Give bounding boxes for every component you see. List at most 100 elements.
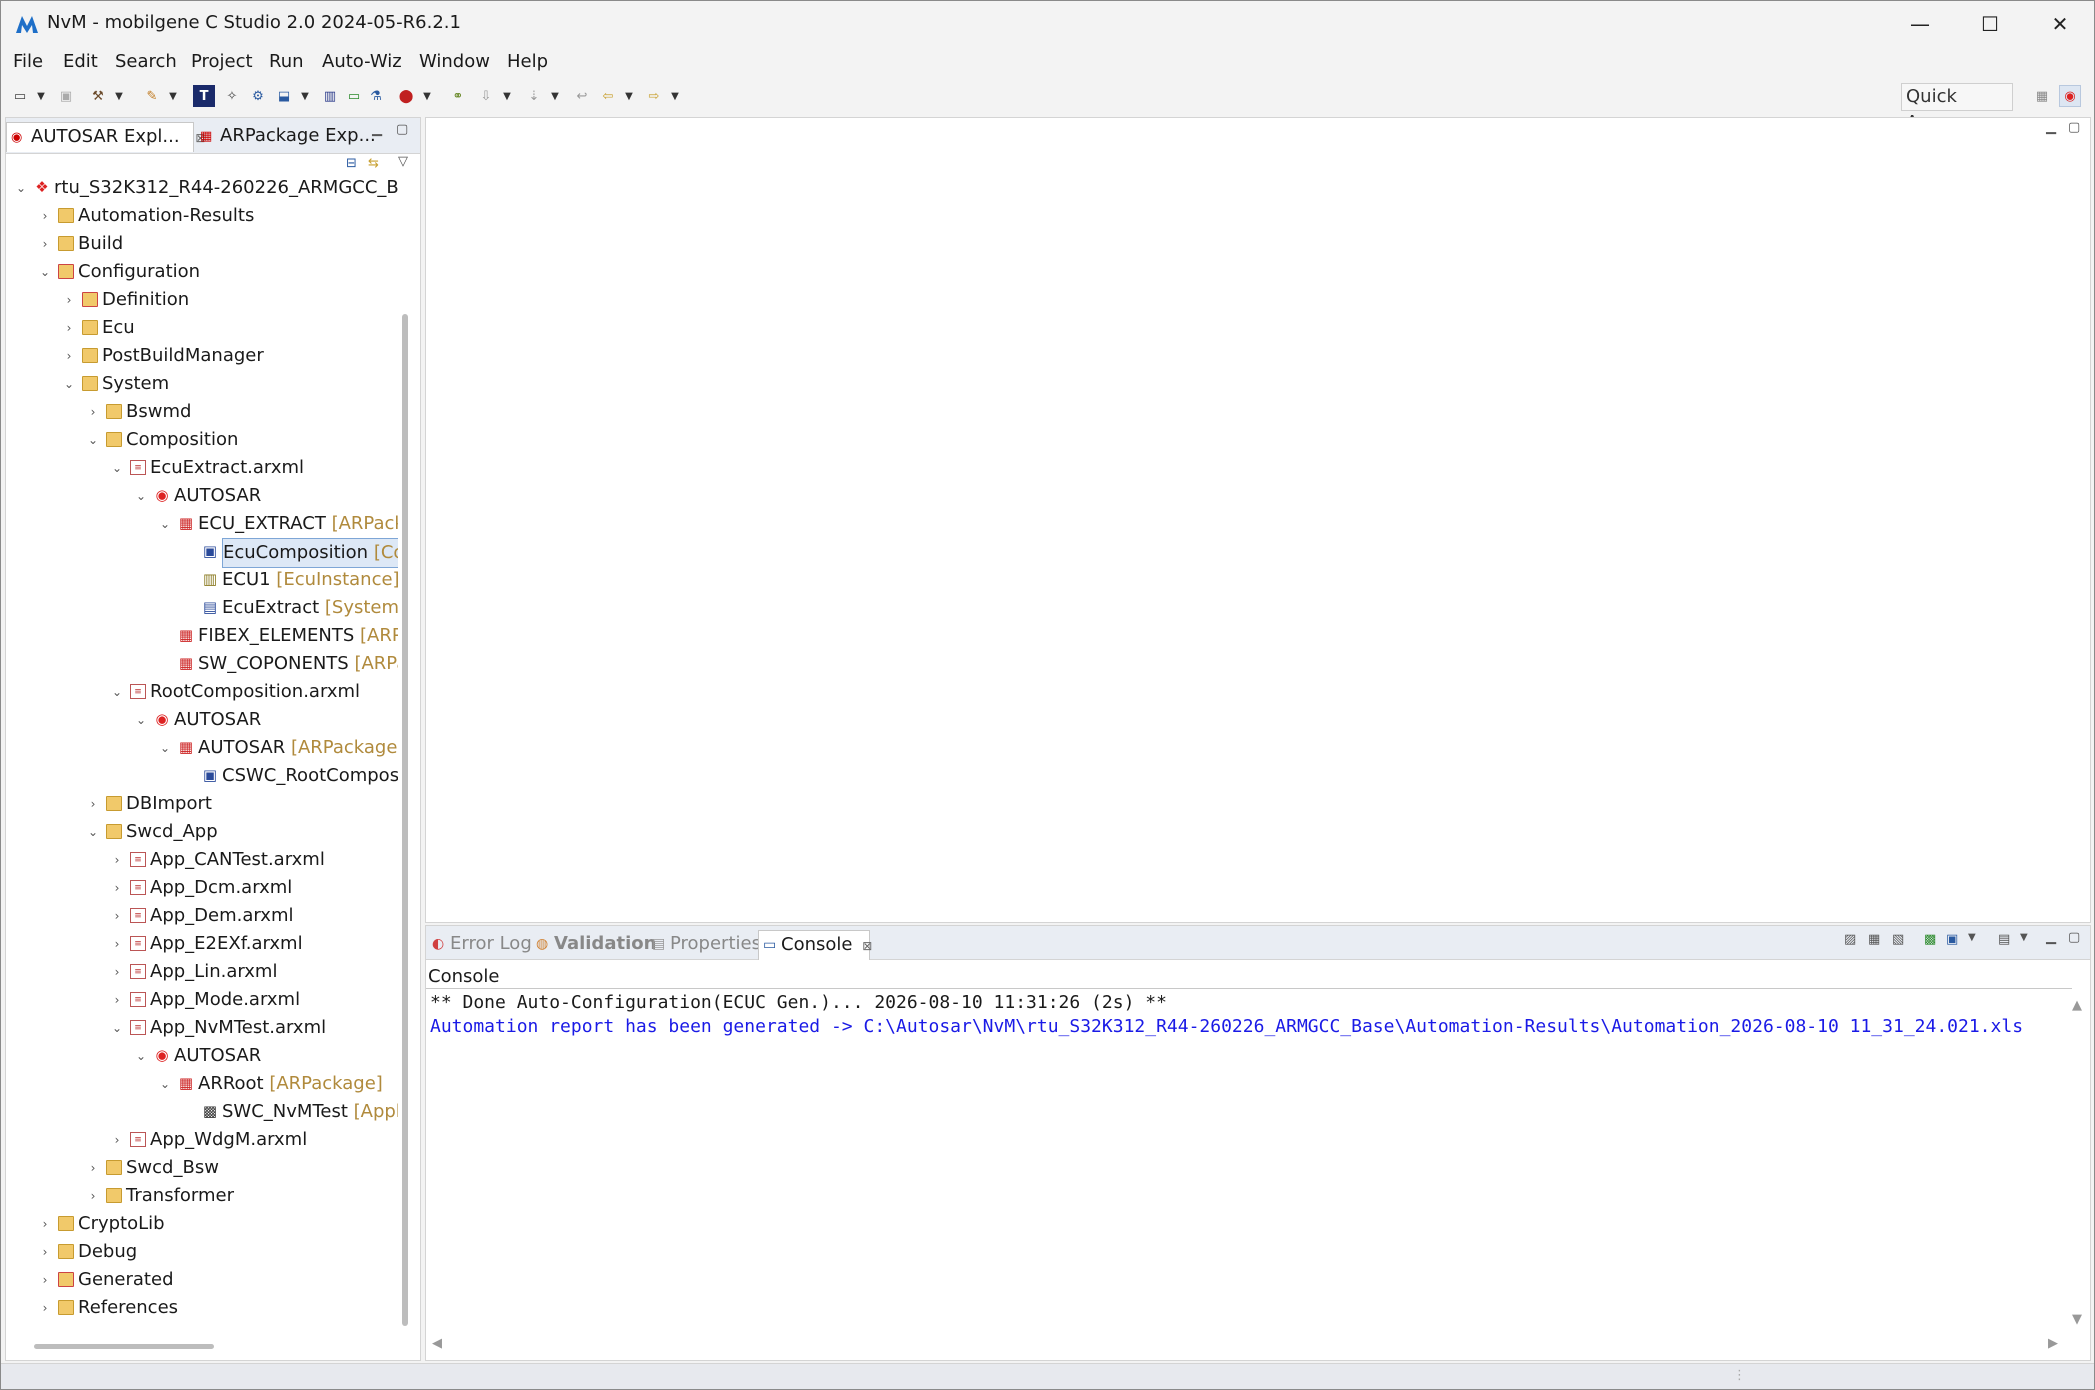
maximize-button[interactable]: ☐ bbox=[1955, 1, 2025, 47]
tree-item[interactable]: › ≡ App_CANTest.arxml bbox=[6, 846, 398, 874]
forward-dropdown-icon[interactable]: ▼ bbox=[669, 85, 681, 107]
tree-horizontal-scrollbar[interactable] bbox=[34, 1344, 214, 1349]
menu-run[interactable]: Run bbox=[269, 51, 304, 72]
chevron-right-icon[interactable]: › bbox=[86, 790, 100, 818]
import-icon[interactable]: ⬓ bbox=[273, 85, 295, 107]
tree-item[interactable]: ▤ EcuExtract [System] bbox=[6, 594, 398, 622]
chevron-right-icon[interactable]: › bbox=[62, 342, 76, 370]
minimize-view-icon[interactable]: ▁ bbox=[372, 122, 382, 137]
tree-item[interactable]: › Bswmd bbox=[6, 398, 398, 426]
tree-item[interactable]: ⌄ ◉ AUTOSAR bbox=[6, 1042, 398, 1070]
word-wrap-icon[interactable]: ▧ bbox=[1892, 932, 1904, 947]
error-dropdown-icon[interactable]: ▼ bbox=[421, 85, 433, 107]
chevron-right-icon[interactable]: › bbox=[110, 902, 124, 930]
tree-item[interactable]: › ≡ App_WdgM.arxml bbox=[6, 1126, 398, 1154]
tree-item[interactable]: › Definition bbox=[6, 286, 398, 314]
scroll-down-icon[interactable]: ▼ bbox=[2072, 1312, 2082, 1327]
menu-auto-wiz[interactable]: Auto-Wiz bbox=[322, 51, 402, 72]
chevron-down-icon[interactable]: ⌄ bbox=[38, 258, 52, 286]
save-icon[interactable]: ▣ bbox=[55, 85, 77, 107]
chevron-right-icon[interactable]: › bbox=[38, 1266, 52, 1294]
menu-help[interactable]: Help bbox=[507, 51, 548, 72]
tree-item[interactable]: ▩ SWC_NvMTest [Appl bbox=[6, 1098, 398, 1126]
run-dropdown-icon[interactable]: ▼ bbox=[167, 85, 179, 107]
chevron-right-icon[interactable]: › bbox=[38, 1210, 52, 1238]
view-menu-icon[interactable]: ▽ bbox=[398, 154, 408, 169]
green-box-icon[interactable]: ▭ bbox=[343, 85, 365, 107]
annotation-icon[interactable]: ⇩ bbox=[475, 85, 497, 107]
clear-console-icon[interactable]: ▨ bbox=[1844, 932, 1856, 947]
scroll-lock-icon[interactable]: ▦ bbox=[1868, 932, 1880, 947]
tree-item[interactable]: › ≡ App_E2EXf.arxml bbox=[6, 930, 398, 958]
tree-item[interactable]: ▦FIBEX_ELEMENTS [ARPa bbox=[6, 622, 398, 650]
tree-item[interactable]: ⌄ Composition bbox=[6, 426, 398, 454]
chevron-down-icon[interactable]: ⌄ bbox=[110, 454, 124, 482]
tree-item[interactable]: ⌄ Configuration bbox=[6, 258, 398, 286]
back-dropdown-icon[interactable]: ▼ bbox=[623, 85, 635, 107]
tree-item[interactable]: › ≡ App_Mode.arxml bbox=[6, 986, 398, 1014]
tree-item[interactable]: ⌄ ▦ECU_EXTRACT [ARPacka bbox=[6, 510, 398, 538]
tree-item[interactable]: ⌄ ▦ AUTOSAR [ARPackage] bbox=[6, 734, 398, 762]
console-line-link[interactable]: Automation report has been generated -> … bbox=[430, 1015, 2072, 1039]
next-annotation-dropdown-icon[interactable]: ▼ bbox=[549, 85, 561, 107]
tab-error-log[interactable]: ◐ Error Log bbox=[428, 930, 532, 960]
panel-minimize-icon[interactable]: ▁ bbox=[2046, 930, 2056, 945]
menu-window[interactable]: Window bbox=[419, 51, 490, 72]
menu-edit[interactable]: Edit bbox=[63, 51, 98, 72]
tree-item[interactable]: ⌄ System bbox=[6, 370, 398, 398]
chevron-down-icon[interactable]: ⌄ bbox=[110, 1014, 124, 1042]
next-annotation-icon[interactable]: ⇣ bbox=[523, 85, 545, 107]
close-console-icon[interactable]: ⊠ bbox=[862, 939, 872, 953]
chevron-right-icon[interactable]: › bbox=[110, 874, 124, 902]
chevron-right-icon[interactable]: › bbox=[110, 930, 124, 958]
menu-search[interactable]: Search bbox=[115, 51, 177, 72]
quick-access-field[interactable]: Quick Access bbox=[1901, 83, 2013, 133]
tree-vertical-scrollbar[interactable] bbox=[402, 314, 408, 1326]
table-icon[interactable]: ▥ bbox=[319, 85, 341, 107]
tree-item[interactable]: › Transformer bbox=[6, 1182, 398, 1210]
tree-item[interactable]: ⌄ ≡ App_NvMTest.arxml bbox=[6, 1014, 398, 1042]
build-dropdown-icon[interactable]: ▼ bbox=[113, 85, 125, 107]
back-arrow-icon[interactable]: ⇦ bbox=[597, 85, 619, 107]
tree-item[interactable]: ▣ CSWC_RootComposi bbox=[6, 762, 398, 790]
tree-item[interactable]: ▥ ECU1 [EcuInstance] bbox=[6, 566, 398, 594]
build-hammer-icon[interactable]: ⚒ bbox=[87, 85, 109, 107]
close-button[interactable]: ✕ bbox=[2025, 1, 2095, 47]
tab-autosar-explorer[interactable]: ◉ AUTOSAR Expl... ⊠ bbox=[6, 122, 205, 152]
tool-t-icon[interactable]: T bbox=[193, 85, 215, 107]
tree-item[interactable]: ⌄ ≡ EcuExtract.arxml bbox=[6, 454, 398, 482]
link-icon[interactable]: ⚭ bbox=[447, 85, 469, 107]
open-perspective-icon[interactable]: ▦ bbox=[2031, 85, 2053, 107]
new-icon[interactable]: ▭ bbox=[9, 85, 31, 107]
minimize-button[interactable]: — bbox=[1885, 1, 1955, 47]
chevron-right-icon[interactable]: › bbox=[86, 1182, 100, 1210]
chevron-right-icon[interactable]: › bbox=[38, 202, 52, 230]
tree-item[interactable]: › ≡ App_Dcm.arxml bbox=[6, 874, 398, 902]
sparkle-icon[interactable]: ✧ bbox=[221, 85, 243, 107]
tab-console[interactable]: ▭ Console ⊠ bbox=[758, 930, 872, 960]
chevron-down-icon[interactable]: ⌄ bbox=[62, 370, 76, 398]
tree-item[interactable]: ⌄ ◉ AUTOSAR bbox=[6, 482, 398, 510]
chevron-down-icon[interactable]: ⌄ bbox=[158, 510, 172, 538]
chevron-right-icon[interactable]: › bbox=[86, 398, 100, 426]
scroll-left-icon[interactable]: ◀ bbox=[432, 1336, 442, 1351]
tree-item[interactable]: › Automation-Results bbox=[6, 202, 398, 230]
panel-maximize-icon[interactable]: ▢ bbox=[2068, 930, 2080, 945]
tree-item[interactable]: ⌄ ❖ rtu_S32K312_R44-260226_ARMGCC_Base bbox=[6, 174, 398, 202]
wizard-icon[interactable]: ⚙ bbox=[247, 85, 269, 107]
tree-item[interactable]: › Generated bbox=[6, 1266, 398, 1294]
tree-item[interactable]: ▣EcuComposition [Cor bbox=[6, 538, 398, 568]
tree-item[interactable]: ⌄ ◉ AUTOSAR bbox=[6, 706, 398, 734]
editor-maximize-icon[interactable]: ▢ bbox=[2068, 120, 2080, 135]
chevron-down-icon[interactable]: ⌄ bbox=[158, 734, 172, 762]
autosar-perspective-icon[interactable]: ◉ bbox=[2059, 85, 2081, 107]
chevron-right-icon[interactable]: › bbox=[110, 846, 124, 874]
chevron-down-icon[interactable]: ⌄ bbox=[134, 482, 148, 510]
scroll-up-icon[interactable]: ▲ bbox=[2072, 998, 2082, 1013]
menu-file[interactable]: File bbox=[13, 51, 43, 72]
chevron-down-icon[interactable]: ⌄ bbox=[86, 818, 100, 846]
chevron-right-icon[interactable]: › bbox=[62, 286, 76, 314]
tree-item[interactable]: › DBImport bbox=[6, 790, 398, 818]
console-output[interactable]: ** Done Auto-Configuration(ECUC Gen.)...… bbox=[426, 988, 2072, 1308]
pin-console-icon[interactable]: ▩ bbox=[1924, 932, 1936, 947]
